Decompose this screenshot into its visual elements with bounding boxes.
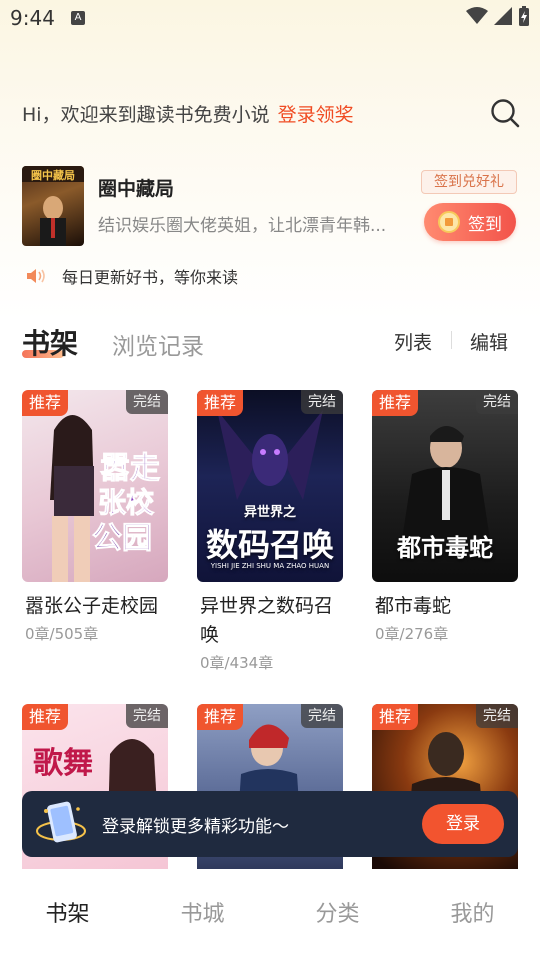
greeting: Hi，欢迎来到趣读书免费小说 登录领奖	[22, 100, 354, 127]
featured-book-cover[interactable]: 圈中藏局	[22, 166, 84, 246]
status-icons	[466, 6, 530, 26]
book-cover[interactable]: 异世界之 数码召唤 YISHI JIE ZHI SHU MA ZHAO HUAN…	[197, 390, 343, 582]
signin-gift-badge: 签到兑好礼	[421, 170, 517, 194]
completed-tag: 完结	[476, 390, 518, 414]
signin-label: 签到	[468, 214, 502, 235]
signin-button[interactable]: 签到	[424, 203, 516, 241]
cover-title: 数码召唤	[205, 526, 334, 564]
nav-bookstore[interactable]: 书城	[135, 869, 270, 960]
completed-tag: 完结	[301, 390, 343, 414]
completed-tag: 完结	[301, 704, 343, 728]
battery-icon	[519, 6, 529, 26]
edit-button[interactable]: 编辑	[470, 328, 508, 355]
svg-text:嚣走: 嚣走	[100, 451, 160, 486]
book-item[interactable]: 嚣走 张校 公园 推荐 完结 嚣张公子走校园 0章/505章	[22, 390, 168, 644]
svg-text:公园: 公园	[92, 521, 152, 556]
book-progress: 0章/434章	[200, 654, 274, 672]
notification-icon: A	[71, 11, 85, 25]
nav-bookshelf[interactable]: 书架	[0, 869, 135, 960]
recommend-tag: 推荐	[22, 704, 69, 730]
signal-icon	[494, 7, 512, 25]
featured-book-title[interactable]: 圈中藏局	[98, 174, 174, 201]
book-progress: 0章/276章	[375, 625, 449, 643]
tab-bookshelf[interactable]: 书架	[22, 322, 78, 362]
recommend-tag: 推荐	[22, 390, 69, 416]
speaker-icon	[27, 269, 45, 283]
bottom-nav: 书架 书城 分类 我的	[0, 869, 540, 960]
tab-divider	[451, 331, 452, 349]
update-notice: 每日更新好书，等你来读	[26, 264, 238, 288]
status-time: 9:44	[10, 6, 55, 30]
completed-tag: 完结	[126, 390, 168, 414]
tab-history[interactable]: 浏览记录	[112, 327, 204, 361]
recommend-tag: 推荐	[197, 704, 244, 730]
login-button[interactable]: 登录	[422, 804, 504, 844]
book-title[interactable]: 都市毒蛇	[372, 592, 518, 621]
book-progress: 0章/505章	[25, 625, 99, 643]
nav-mine[interactable]: 我的	[405, 869, 540, 960]
recommend-tag: 推荐	[372, 704, 419, 730]
completed-tag: 完结	[126, 704, 168, 728]
login-banner[interactable]: 登录解锁更多精彩功能～ 登录	[22, 791, 518, 857]
book-title[interactable]: 异世界之数码召唤	[197, 592, 343, 650]
completed-tag: 完结	[476, 704, 518, 728]
login-reward-link[interactable]: 登录领奖	[278, 104, 354, 126]
wifi-icon	[466, 7, 488, 24]
cover-pinyin: YISHI JIE ZHI SHU MA ZHAO HUAN	[210, 562, 330, 570]
login-banner-text: 登录解锁更多精彩功能～	[102, 816, 289, 837]
book-cover[interactable]: 嚣走 张校 公园 推荐 完结	[22, 390, 168, 582]
phone-illustration-icon	[34, 797, 88, 851]
notice-text: 每日更新好书，等你来读	[62, 268, 239, 287]
list-view-button[interactable]: 列表	[394, 328, 432, 355]
cover-subtitle: 异世界之	[243, 505, 296, 520]
featured-book-description[interactable]: 结识娱乐圈大佬英姐，让北漂青年韩...	[98, 211, 403, 236]
recommend-tag: 推荐	[372, 390, 419, 416]
book-title[interactable]: 嚣张公子走校园	[22, 592, 168, 621]
recommend-tag: 推荐	[197, 390, 244, 416]
svg-text:张校: 张校	[98, 486, 155, 519]
svg-text:圈中藏局: 圈中藏局	[31, 168, 75, 182]
coin-icon	[438, 211, 460, 233]
search-icon[interactable]	[490, 98, 520, 128]
cover-title: 都市毒蛇	[397, 534, 493, 562]
book-item[interactable]: 都市毒蛇 推荐 完结 都市毒蛇 0章/276章	[372, 390, 518, 644]
book-cover[interactable]: 都市毒蛇 推荐 完结	[372, 390, 518, 582]
greeting-text: Hi，欢迎来到趣读书免费小说	[22, 104, 270, 126]
nav-category[interactable]: 分类	[270, 869, 405, 960]
book-item[interactable]: 异世界之 数码召唤 YISHI JIE ZHI SHU MA ZHAO HUAN…	[197, 390, 343, 673]
